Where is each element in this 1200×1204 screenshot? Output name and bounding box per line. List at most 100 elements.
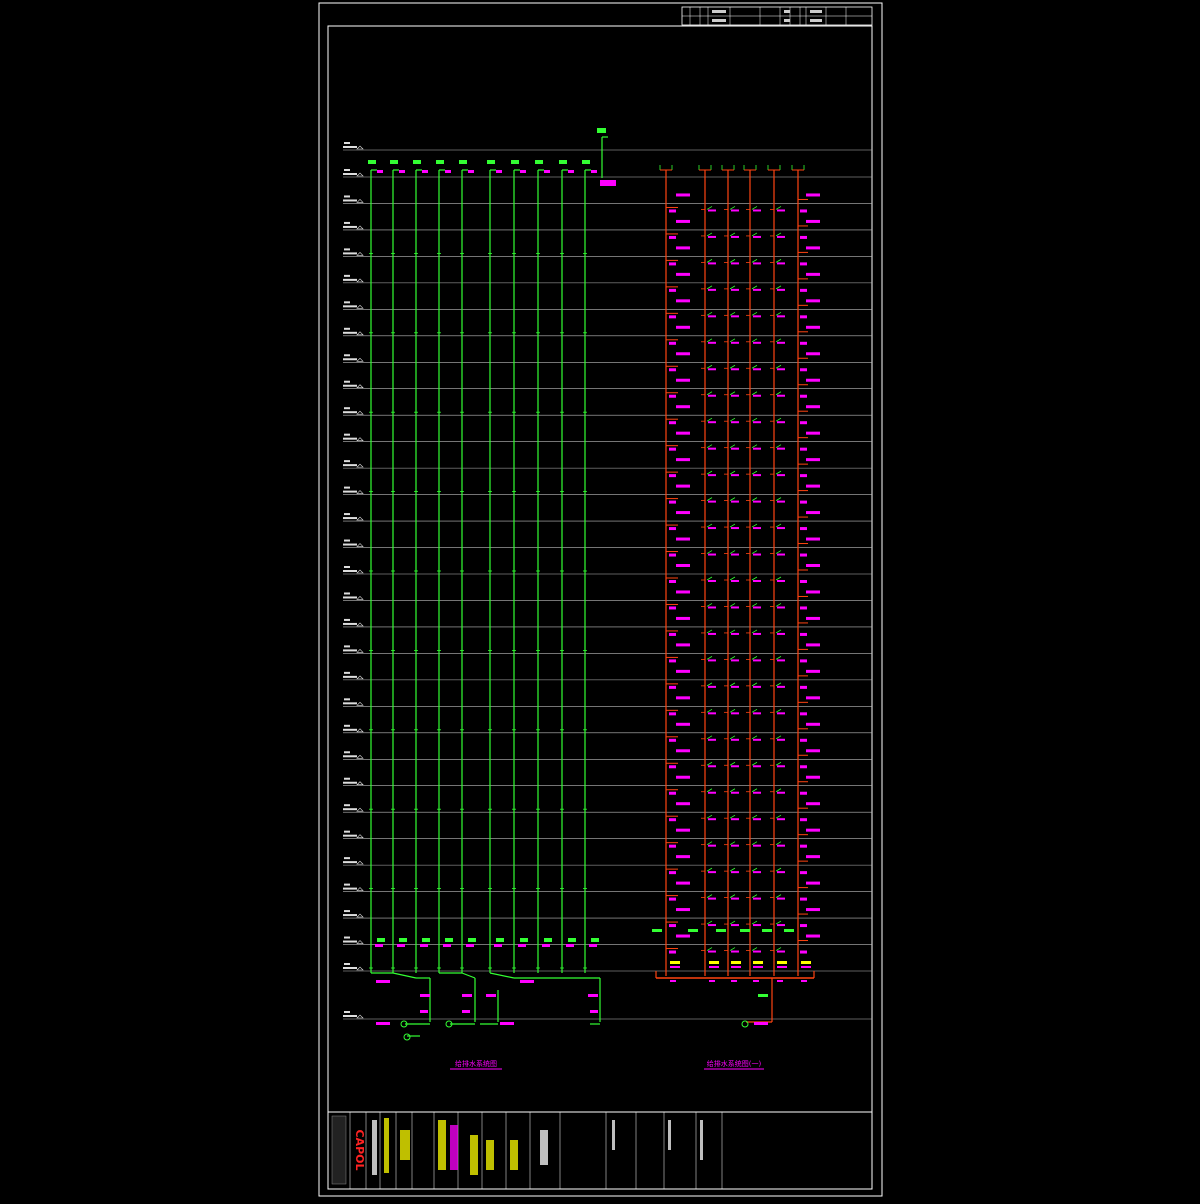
branch-annotation [806,775,820,779]
fixture-annotation [709,966,719,968]
branch-annotation [676,616,690,620]
branch-annotation [708,394,716,397]
branch-annotation [676,564,690,567]
revision-table-cell-mark [784,19,790,22]
valve-icon [566,944,574,947]
branch-annotation [676,775,690,779]
branch-annotation [669,924,676,928]
branch-annotation [806,511,820,515]
branch-annotation [800,632,807,636]
fixture-annotation [709,980,715,982]
branch-annotation [753,209,761,212]
branch-annotation [800,368,807,372]
branch-annotation [753,659,761,662]
valve-icon [496,170,502,173]
fixture-label [731,961,741,964]
branch-annotation [806,219,820,223]
branch-annotation [753,871,761,874]
branch-annotation [669,288,676,292]
branch-annotation [806,669,820,673]
floor-level-symbol [343,278,357,281]
floor-level-symbol [344,354,350,357]
floor-level-symbol [344,142,350,144]
branch-annotation [800,712,807,716]
branch-annotation [806,564,820,567]
valve-icon [542,944,550,947]
branch-annotation [676,802,690,806]
branch-annotation [806,616,820,620]
riser-tag [487,160,495,164]
riser-tag [496,938,504,942]
branch-annotation [800,897,807,901]
floor-level-symbol [344,724,350,727]
branch-annotation [731,394,739,397]
floor-level-symbol [344,327,350,330]
branch-annotation [708,897,716,900]
fixture-annotation [753,980,759,982]
branch-annotation [800,288,807,292]
pipe-annotation [520,980,534,983]
floor-level-symbol [344,883,350,886]
floor-level-symbol [343,834,357,837]
branch-annotation [669,738,676,742]
branch-annotation [800,818,807,822]
valve-icon [399,170,405,173]
branch-annotation [669,580,676,583]
branch-annotation [800,527,807,531]
branch-annotation [669,791,676,795]
branch-annotation [708,765,716,768]
branch-annotation [731,235,739,238]
branch-annotation [753,394,761,397]
branch-annotation [731,580,739,582]
branch-annotation [669,447,676,451]
fixture-annotation [670,966,680,968]
branch-annotation [676,696,690,700]
branch-annotation [676,246,690,250]
branch-annotation [676,325,690,329]
branch-annotation [669,553,676,557]
branch-annotation [731,606,739,609]
branch-annotation [669,606,676,610]
branch-annotation [806,643,820,647]
branch-annotation [806,855,820,859]
floor-level-symbol [343,173,357,175]
fixture-annotation [777,966,787,968]
branch-annotation [731,659,739,662]
pipe-annotation [500,1022,514,1025]
drawing-canvas: 给排水系统图 给排水系统图(一) CAPOL [0,0,1200,1200]
fixture-tag [688,929,698,932]
branch-annotation [753,262,761,265]
branch-annotation [753,368,761,371]
revision-table-cell-mark [784,10,790,13]
branch-annotation [800,580,807,583]
branch-annotation [806,299,820,303]
branch-annotation [731,421,739,424]
branch-annotation [708,421,716,424]
branch-annotation [800,685,807,689]
branch-annotation [731,712,739,715]
title-block-text-mark [540,1130,548,1165]
branch-annotation [753,632,761,635]
branch-annotation [753,791,761,794]
floor-level-symbol [344,671,350,674]
branch-annotation [676,669,690,673]
riser-tag [413,160,421,164]
branch-annotation [676,590,690,594]
branch-annotation [777,500,785,503]
branch-annotation [777,791,785,794]
floor-level-symbol [344,407,350,410]
riser-tag [422,938,430,942]
fixture-tag [740,929,750,932]
riser-tag [436,160,444,164]
fixture-annotation [670,980,676,982]
branch-annotation [731,897,739,900]
floor-level-symbol [344,830,350,833]
revision-table-cell-mark [712,10,726,13]
branch-annotation [676,908,690,912]
title-block-text-mark [612,1120,615,1150]
fixture-annotation [753,966,763,968]
fixture-tag [716,929,726,932]
floor-level-symbol [343,967,357,969]
branch-annotation [669,659,676,663]
branch-annotation [731,315,739,318]
